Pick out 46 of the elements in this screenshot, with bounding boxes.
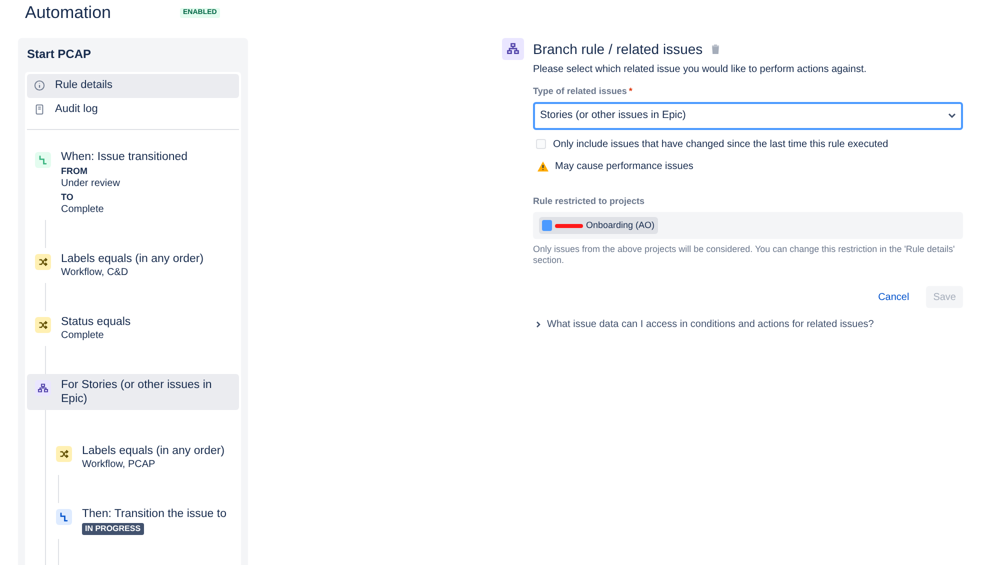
step-detail: Complete: [61, 204, 105, 216]
step-title: Then: Transition the issue to: [82, 506, 226, 520]
redaction-mark: [555, 224, 583, 228]
step-title: For Stories (or other issues in Epic): [61, 378, 213, 406]
step-detail-label: TO: [61, 192, 74, 202]
step-detail: Under review: [61, 178, 121, 190]
checkbox-label: Only include issues that have changed since the last time this rule executed: [553, 138, 888, 152]
rule-step[interactable]: For Stories (or other issues in Epic): [27, 374, 239, 410]
status-lozenge: IN PROGRESS: [82, 522, 144, 534]
avatar-icon: [542, 220, 552, 231]
select-field[interactable]: Stories (or other issues in Epic): [533, 102, 963, 130]
warning-text: May cause performance issues: [555, 160, 694, 174]
step-title: Labels equals (in any order): [61, 252, 204, 266]
step-detail-label: FROM: [61, 166, 88, 176]
field-label: Rule restricted to projects: [533, 194, 646, 208]
shuffle-icon: [35, 254, 51, 270]
required-mark: *: [628, 86, 632, 96]
chevron-right-icon: [536, 321, 541, 328]
page-title: Automation: [25, 2, 112, 24]
document-icon: [34, 104, 45, 115]
description: Please select which related issue you would like to perform actions against.: [533, 63, 868, 77]
chevron-down-icon: [948, 112, 956, 118]
cancel-button[interactable]: Cancel: [871, 286, 916, 308]
step-title: Status equals: [61, 314, 131, 328]
help-text: Only issues from the above projects will be considered. You can change this restriction in the 'Rule details' section.: [533, 244, 956, 266]
hierarchy-icon: [35, 380, 51, 396]
info-icon: [34, 80, 45, 91]
transition-icon: [56, 508, 72, 524]
project-tag: Onboarding (AO): [539, 217, 658, 234]
step-detail: Workflow, PCAP: [82, 458, 156, 470]
step-title: Labels equals (in any order): [82, 444, 225, 458]
faq-toggle[interactable]: What issue data can I access in conditions and actions for related issues?: [536, 317, 963, 332]
nav-item[interactable]: Rule details: [27, 74, 239, 98]
step-detail: Complete: [61, 330, 105, 342]
editor-title: Branch rule / related issues: [533, 40, 703, 58]
step-detail: Workflow, C&D: [61, 266, 130, 278]
shuffle-icon: [35, 316, 51, 332]
trash-icon[interactable]: [710, 44, 720, 54]
field-label: Type of related issues *: [533, 85, 634, 98]
panel-title: Start PCAP: [27, 46, 92, 60]
hierarchy-icon: [502, 38, 524, 60]
checkbox[interactable]: [536, 139, 546, 149]
transition-icon: [35, 152, 51, 168]
warning-icon: [537, 160, 549, 172]
shuffle-icon: [56, 446, 72, 462]
step-title: When: Issue transitioned: [61, 150, 188, 164]
